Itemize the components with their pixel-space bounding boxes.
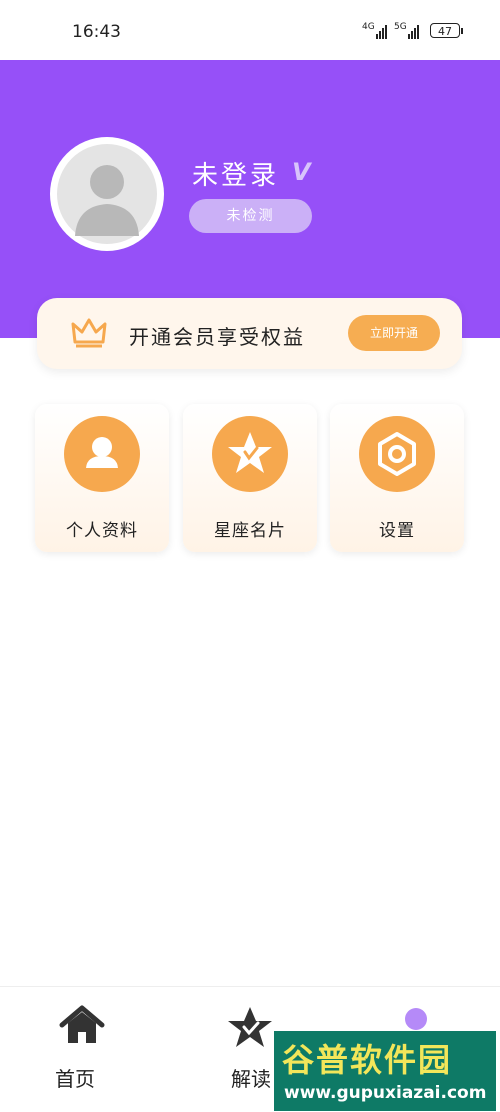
signal-icon	[376, 25, 387, 39]
battery-icon: 47	[430, 23, 460, 38]
watermark-title: 谷普软件园	[282, 1041, 453, 1079]
menu-item-label: 设置	[379, 521, 415, 541]
watermark-url: www.gupuxiazai.com	[284, 1083, 487, 1103]
vip-badge-icon: V	[292, 158, 311, 186]
menu-item-zodiac-card[interactable]: 星座名片	[183, 404, 317, 552]
network-5g-label: 5G	[394, 22, 407, 32]
status-time: 16:43	[72, 22, 121, 42]
star-icon	[212, 416, 288, 492]
menu-item-label: 个人资料	[66, 521, 138, 541]
tab-home-label: 首页	[55, 1067, 95, 1091]
hex-nut-icon	[359, 416, 435, 492]
star-icon	[228, 1007, 272, 1047]
username-label[interactable]: 未登录	[192, 155, 279, 192]
signal-icon	[408, 25, 419, 39]
network-4g-label: 4G	[362, 22, 375, 32]
home-icon	[59, 1005, 105, 1043]
menu-item-profile[interactable]: 个人资料	[35, 404, 169, 552]
menu-item-settings[interactable]: 设置	[330, 404, 464, 552]
watermark-logo: 谷普软件园 www.gupuxiazai.com	[274, 1031, 496, 1111]
status-badge[interactable]: 未检测	[189, 199, 312, 233]
vip-banner-text: 开通会员享受权益	[129, 325, 305, 349]
avatar[interactable]	[50, 137, 164, 251]
user-icon	[64, 416, 140, 492]
crown-icon	[71, 318, 107, 348]
vip-banner[interactable]: 开通会员享受权益 立即开通	[37, 298, 462, 369]
tab-home[interactable]: 首页	[0, 987, 166, 1112]
open-vip-button[interactable]: 立即开通	[348, 315, 440, 351]
default-avatar-icon	[57, 144, 157, 244]
status-bar: 16:43 4G 5G 47	[0, 0, 500, 60]
battery-tip	[461, 28, 463, 34]
menu-item-label: 星座名片	[214, 521, 286, 541]
